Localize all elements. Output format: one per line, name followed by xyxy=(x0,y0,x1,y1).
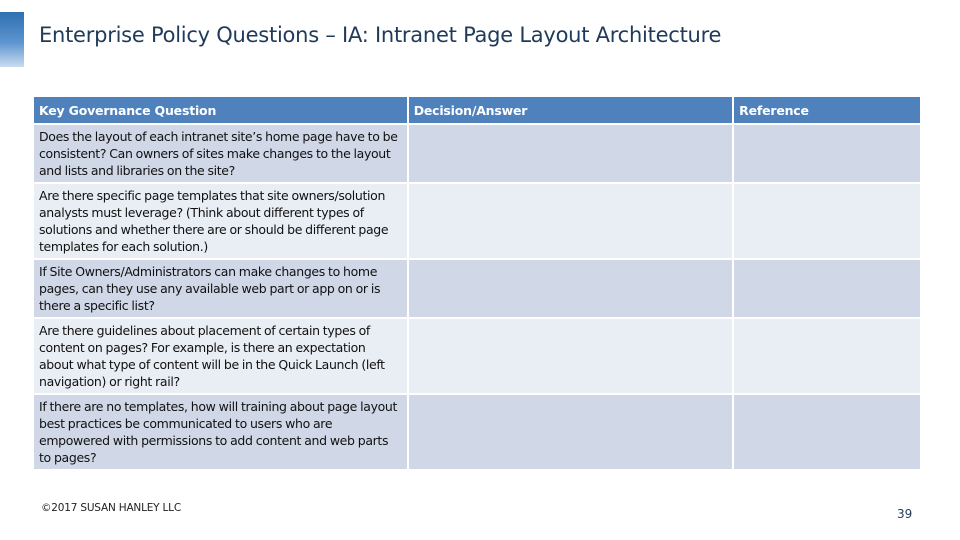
question-cell: Does the layout of each intranet site’s … xyxy=(34,125,407,182)
reference-cell xyxy=(734,260,920,317)
title-accent-bar xyxy=(0,12,24,67)
table-header-row: Key Governance Question Decision/Answer … xyxy=(34,97,920,123)
reference-cell xyxy=(734,125,920,182)
reference-cell xyxy=(734,184,920,258)
question-cell: If Site Owners/Administrators can make c… xyxy=(34,260,407,317)
header-key-governance-question: Key Governance Question xyxy=(34,97,407,123)
table-row: If Site Owners/Administrators can make c… xyxy=(34,260,920,317)
page-number: 39 xyxy=(897,507,913,521)
footer-copyright: ©2017 SUSAN HANLEY LLC xyxy=(41,502,181,514)
decision-cell xyxy=(408,260,733,317)
question-cell: If there are no templates, how will trai… xyxy=(34,395,407,469)
table-row: Are there guidelines about placement of … xyxy=(34,319,920,393)
decision-cell xyxy=(408,395,733,469)
decision-cell xyxy=(408,319,733,393)
header-reference: Reference xyxy=(734,97,920,123)
question-cell: Are there specific page templates that s… xyxy=(34,184,407,258)
slide-title: Enterprise Policy Questions – IA: Intran… xyxy=(39,23,722,47)
reference-cell xyxy=(734,319,920,393)
decision-cell xyxy=(408,184,733,258)
reference-cell xyxy=(734,395,920,469)
header-decision-answer: Decision/Answer xyxy=(408,97,733,123)
governance-table: Key Governance Question Decision/Answer … xyxy=(32,95,922,471)
decision-cell xyxy=(408,125,733,182)
table-row: Are there specific page templates that s… xyxy=(34,184,920,258)
table-row: Does the layout of each intranet site’s … xyxy=(34,125,920,182)
question-cell: Are there guidelines about placement of … xyxy=(34,319,407,393)
table-row: If there are no templates, how will trai… xyxy=(34,395,920,469)
